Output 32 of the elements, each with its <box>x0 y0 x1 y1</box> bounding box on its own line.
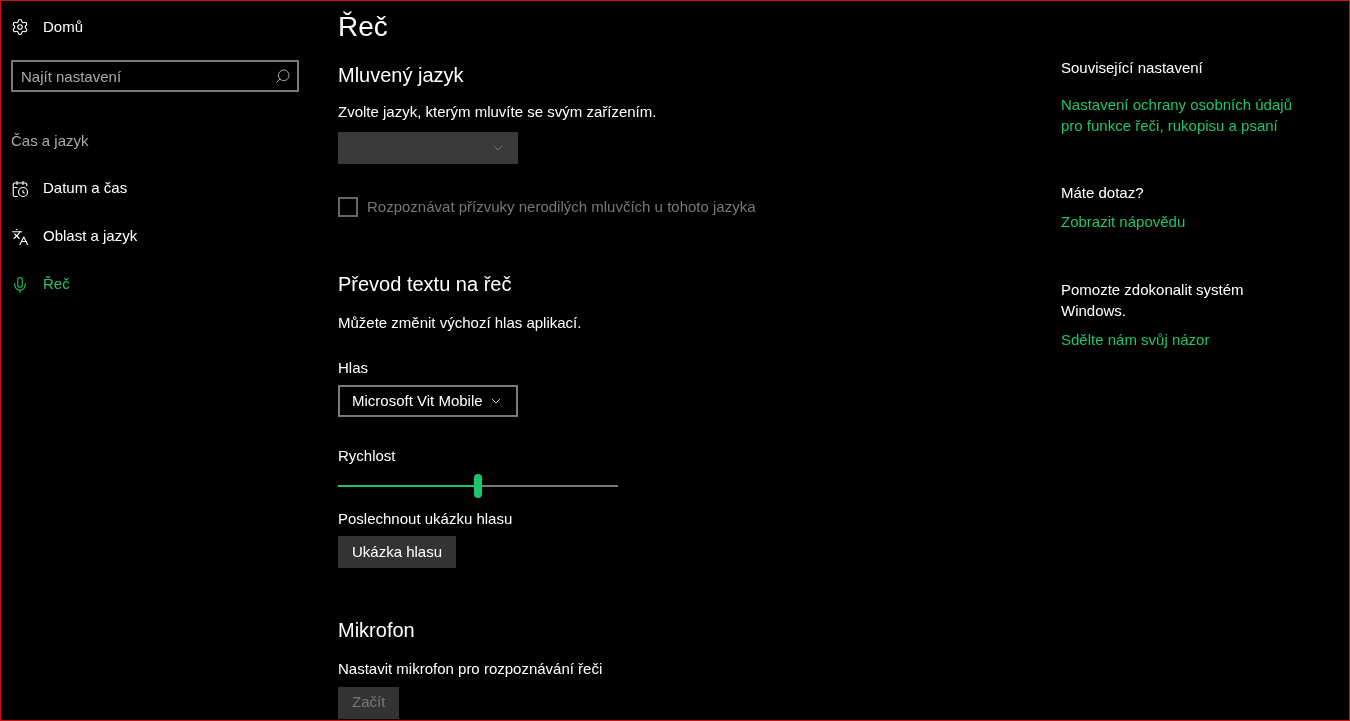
search-icon <box>275 68 291 84</box>
page-title: Řeč <box>338 10 389 44</box>
slider-thumb[interactable] <box>474 473 482 498</box>
microphone-icon <box>11 275 29 294</box>
related-heading: Související nastavení <box>1061 58 1204 78</box>
section-label: Čas a jazyk <box>11 131 90 151</box>
search-field[interactable]: Najít nastavení <box>11 60 299 92</box>
nav-item[interactable]: Řeč <box>11 260 301 309</box>
field-label: Hlas <box>338 357 369 378</box>
language-icon <box>11 227 29 246</box>
field-label: Poslechnout ukázku hlasu <box>338 508 514 529</box>
help-link[interactable]: Zobrazit nápovědu <box>1061 211 1311 232</box>
description-text: Zvolte jazyk, kterým mluvíte se svým zařízením. <box>338 102 658 122</box>
section-heading: Mluvený jazyk <box>338 63 465 88</box>
dropdown[interactable]: Microsoft Vit Mobile <box>338 385 518 417</box>
question-heading: Máte dotaz? <box>1061 183 1145 203</box>
checkbox-label: Rozpoznávat přízvuky nerodilých mluvčích u tohoto jazyka <box>367 196 756 217</box>
feedback-link[interactable]: Sdělte nám svůj názor <box>1061 329 1311 350</box>
slider-track[interactable] <box>338 473 618 498</box>
privacy-link[interactable]: Nastavení ochrany osobních údajů pro funkce řeči, rukopisu a psaní <box>1061 94 1311 136</box>
home-link[interactable]: Domů <box>43 15 83 39</box>
section-heading: Převod textu na řeč <box>338 272 513 297</box>
description-text: Můžete změnit výchozí hlas aplikací. <box>338 313 583 333</box>
gear-icon <box>11 18 29 36</box>
calendar-clock-icon <box>11 179 29 198</box>
nav-item[interactable]: Oblast a jazyk <box>11 212 301 261</box>
improve-heading: Pomozte zdokonalit systém Windows. <box>1061 280 1245 321</box>
action-button[interactable]: Ukázka hlasu <box>338 536 457 568</box>
section-heading: Mikrofon <box>338 618 416 643</box>
field-label: Rychlost <box>338 446 397 466</box>
description-text: Nastavit mikrofon pro rozpoznávání řeči <box>338 659 604 679</box>
nav-item[interactable]: Datum a čas <box>11 164 301 213</box>
